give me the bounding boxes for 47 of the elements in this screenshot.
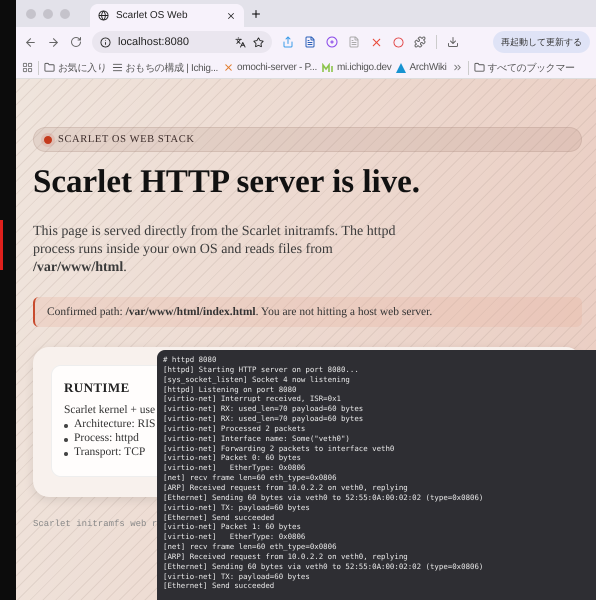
list-item: Architecture: RIS	[74, 418, 156, 430]
globe-icon	[98, 10, 109, 21]
share-icon[interactable]	[282, 36, 294, 48]
translate-icon[interactable]	[235, 36, 246, 48]
bookmark-folder-link[interactable]: すべてのブックマー	[474, 60, 575, 74]
page-title: Scarlet HTTP server is live.	[33, 164, 422, 201]
star-icon[interactable]	[253, 36, 264, 48]
confirmed-path-notice: Confirmed path: /var/www/html/index.html. You are not hitting a host web server.	[33, 297, 582, 327]
reload-icon[interactable]	[70, 36, 82, 48]
lines-icon	[112, 62, 123, 73]
info-icon[interactable]	[100, 36, 111, 48]
bookmark-link[interactable]: おもちの構成 | Ichig...	[112, 60, 218, 74]
new-tab-icon[interactable]	[250, 8, 262, 20]
list-item: Process: httpd	[74, 432, 139, 444]
apps-icon[interactable]	[22, 62, 33, 73]
record-icon[interactable]	[393, 36, 404, 48]
bookmark-link[interactable]: ArchWiki	[396, 62, 446, 73]
cross-icon	[223, 62, 234, 73]
list-item: Transport: TCP	[74, 446, 146, 458]
cross-icon[interactable]	[370, 36, 383, 48]
intro-paragraph: This page is served directly from the Scarlet initramfs. The httpd process runs inside your own OS and reads files from /var/www/html.	[33, 223, 396, 277]
bookmark-link[interactable]: お気に入り	[44, 60, 107, 74]
bullet-icon	[64, 424, 68, 428]
download-icon[interactable]	[447, 36, 459, 48]
badge-label: SCARLET OS WEB STACK	[58, 134, 194, 145]
mi-logo-icon	[322, 62, 334, 72]
back-icon[interactable]	[24, 36, 37, 48]
card-text: Scarlet kernel + use	[64, 404, 156, 416]
browser-tab[interactable]: Scarlet OS Web	[90, 4, 244, 27]
forward-icon[interactable]	[47, 36, 60, 48]
close-icon[interactable]	[226, 10, 236, 20]
folder-icon	[44, 62, 55, 73]
address-field[interactable]: localhost:8080	[92, 31, 272, 53]
more-icon[interactable]	[452, 62, 462, 73]
bookmark-link[interactable]: mi.ichigo.dev	[322, 62, 392, 73]
bookmark-link[interactable]: omochi-server - P...	[223, 62, 317, 73]
status-dot-icon	[44, 136, 52, 144]
footer-text: Scarlet initramfs web r	[33, 519, 158, 529]
bullet-icon	[64, 452, 68, 456]
extensions-icon[interactable]	[414, 36, 426, 48]
card-heading: RUNTIME	[64, 380, 130, 396]
disc-icon[interactable]	[326, 36, 338, 48]
update-button[interactable]: 再起動して更新する	[493, 31, 590, 53]
bullet-icon	[64, 438, 68, 442]
document-icon[interactable]	[304, 36, 316, 48]
folder-icon	[474, 62, 484, 73]
triangle-logo-icon	[396, 62, 406, 72]
